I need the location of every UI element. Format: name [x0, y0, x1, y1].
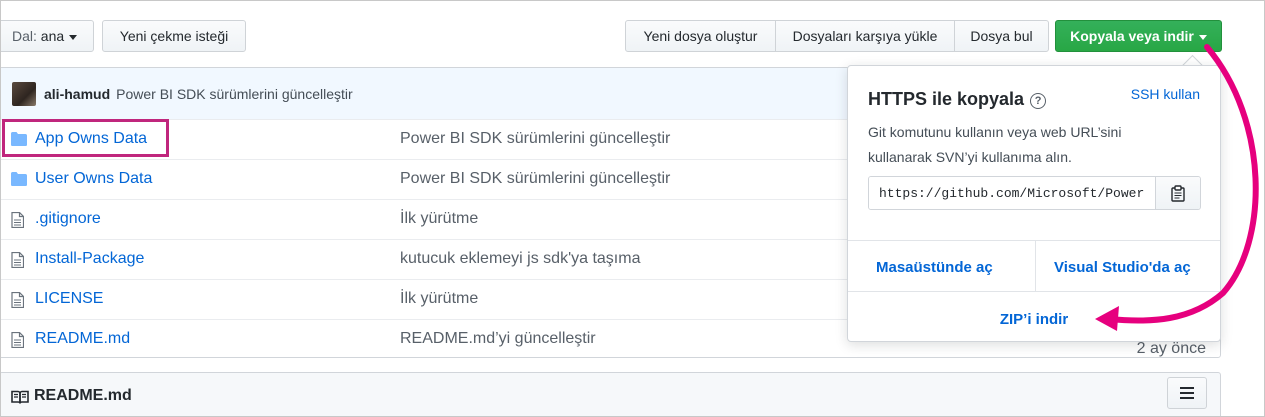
folder-icon [11, 172, 27, 191]
open-desktop-button[interactable]: Masaüstünde aç [876, 259, 993, 276]
create-file-button[interactable]: Yeni dosya oluştur [625, 20, 776, 52]
open-visual-studio-button[interactable]: Visual Studio'da aç [1054, 259, 1191, 276]
readme-header: README.md [1, 372, 1221, 416]
download-zip-button[interactable]: ZIP’i indir [848, 311, 1220, 328]
file-commit-message[interactable]: İlk yürütme [400, 210, 478, 228]
clone-download-button[interactable]: Kopyala veya indir [1055, 20, 1222, 52]
file-icon [11, 291, 25, 313]
branch-prefix: Dal: [12, 28, 37, 44]
branch-selector[interactable]: Dal: ana [1, 20, 94, 52]
dropdown-title-text: HTTPS ile kopyala [868, 89, 1025, 109]
app-frame: Dal: ana Yeni çekme isteği Yeni dosya ol… [0, 0, 1265, 417]
use-ssh-link[interactable]: SSH kullan [1131, 86, 1200, 102]
chevron-down-icon [1198, 34, 1207, 40]
file-name-link[interactable]: .gitignore [35, 210, 101, 228]
clone-url-field [868, 176, 1201, 210]
divider [1035, 240, 1036, 291]
file-commit-message[interactable]: Power BI SDK sürümlerini güncelleştir [400, 130, 670, 148]
new-pull-request-button[interactable]: Yeni çekme isteği [102, 20, 246, 52]
file-name-link[interactable]: Install-Package [35, 250, 144, 268]
dropdown-title: HTTPS ile kopyala? [868, 89, 1047, 110]
clone-url-input[interactable] [869, 177, 1155, 209]
highlight-box [2, 119, 169, 157]
upload-files-button[interactable]: Dosyaları karşıya yükle [775, 20, 955, 52]
file-commit-message[interactable]: README.md’yi güncelleştir [400, 330, 596, 348]
clipboard-icon[interactable] [1155, 177, 1200, 209]
commit-message[interactable]: Power BI SDK sürümlerini güncelleştir [116, 86, 353, 102]
avatar[interactable] [12, 81, 36, 106]
book-icon [11, 390, 29, 410]
chevron-down-icon [69, 34, 78, 40]
divider [848, 240, 1220, 241]
file-commit-message[interactable]: İlk yürütme [400, 290, 478, 308]
file-name-link[interactable]: LICENSE [35, 290, 103, 308]
clone-dropdown: HTTPS ile kopyala? SSH kullan Git komutu… [847, 65, 1221, 342]
list-icon[interactable] [1167, 377, 1207, 409]
file-actions-group: Yeni dosya oluştur Dosyaları karşıya yük… [625, 20, 1049, 52]
find-file-button[interactable]: Dosya bul [954, 20, 1049, 52]
help-icon[interactable]: ? [1030, 93, 1047, 109]
file-name-link[interactable]: User Owns Data [35, 170, 152, 188]
file-icon [11, 331, 25, 353]
file-name-link[interactable]: README.md [35, 330, 130, 348]
clone-description: Git komutunu kullanın veya web URL’sini … [868, 124, 1122, 165]
branch-name: ana [40, 28, 65, 44]
file-icon [11, 211, 25, 233]
divider [848, 291, 1220, 292]
file-commit-message[interactable]: kutucuk eklemeyi js sdk'ya taşıma [400, 250, 640, 268]
clone-download-label: Kopyala veya indir [1070, 28, 1194, 44]
readme-title: README.md [34, 387, 132, 404]
file-icon [11, 251, 25, 273]
commit-author[interactable]: ali-hamud [44, 86, 110, 102]
file-age: 2 ay önce [1136, 340, 1206, 357]
file-commit-message[interactable]: Power BI SDK sürümlerini güncelleştir [400, 170, 670, 188]
